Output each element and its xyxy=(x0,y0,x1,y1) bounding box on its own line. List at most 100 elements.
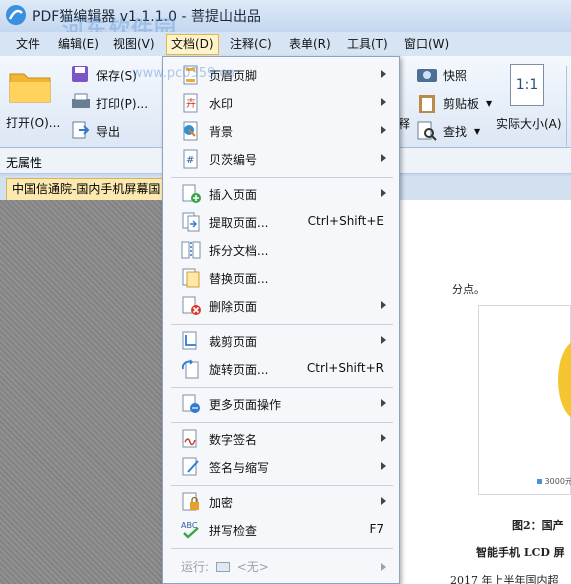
find-button[interactable]: 查找 xyxy=(443,123,467,140)
menu-item-encrypt[interactable]: 加密 xyxy=(164,489,398,515)
document-menu-dropdown: 页眉页脚 卉 水印 背景 # 贝茨编号 插入页面 提取页面... Ctrl+Sh… xyxy=(162,56,400,584)
page-text-fragment: 分点。 xyxy=(452,283,485,296)
bates-number-icon: # xyxy=(183,149,198,169)
menu-edit[interactable]: 编辑(E) xyxy=(54,36,103,54)
menu-item-spell-check[interactable]: ABC 拼写检查 F7 xyxy=(164,517,398,543)
replace-page-icon xyxy=(182,268,200,288)
export-icon xyxy=(72,121,90,139)
insert-page-icon xyxy=(182,184,201,203)
page-body-text: 2017 年上半年国内超 xyxy=(450,574,559,584)
menu-item-label: 背景 xyxy=(209,125,234,139)
menu-item-shortcut: F7 xyxy=(369,522,384,536)
open-folder-icon[interactable] xyxy=(8,66,54,106)
menu-separator xyxy=(171,387,393,388)
menu-item-bates-number[interactable]: # 贝茨编号 xyxy=(164,146,398,172)
print-button[interactable]: 打印(P)... xyxy=(96,95,148,112)
menu-form[interactable]: 表单(R) xyxy=(285,36,335,54)
submenu-arrow-icon xyxy=(381,336,386,344)
menu-item-label: 删除页面 xyxy=(209,300,258,314)
submenu-arrow-icon xyxy=(381,399,386,407)
clipboard-icon xyxy=(419,95,435,113)
figure-box: 3000元以 xyxy=(478,305,571,495)
menu-item-label: 数字签名 xyxy=(209,433,258,447)
menu-item-replace-page[interactable]: 替换页面... xyxy=(164,265,398,291)
submenu-arrow-icon xyxy=(381,301,386,309)
menu-item-label: 更多页面操作 xyxy=(209,398,282,412)
menu-item-delete-page[interactable]: 删除页面 xyxy=(164,293,398,319)
app-logo-icon xyxy=(6,5,26,25)
export-button[interactable]: 导出 xyxy=(96,123,120,140)
submenu-arrow-icon xyxy=(381,434,386,442)
menu-separator xyxy=(171,422,393,423)
watermark-url: www.pc0359.cn xyxy=(132,66,235,81)
menu-window[interactable]: 窗口(W) xyxy=(400,36,453,54)
menu-view[interactable]: 视图(V) xyxy=(109,36,159,54)
menu-separator xyxy=(171,548,393,549)
submenu-arrow-icon xyxy=(381,154,386,162)
background-icon xyxy=(183,121,198,141)
menu-bar: 文件 编辑(E) 视图(V) 文档(D) 注释(C) 表单(R) 工具(T) 窗… xyxy=(0,32,571,56)
menu-item-label: 裁剪页面 xyxy=(209,335,258,349)
print-icon xyxy=(72,93,90,108)
properties-label: 无属性 xyxy=(6,156,43,170)
menu-item-label: 提取页面... xyxy=(209,216,269,230)
menu-item-label: 加密 xyxy=(209,496,234,510)
figure-caption: 图2：国产 xyxy=(512,519,564,532)
menu-item-shortcut: Ctrl+Shift+E xyxy=(307,214,384,228)
svg-text:ABC: ABC xyxy=(181,521,198,530)
submenu-arrow-icon xyxy=(381,189,386,197)
menu-comment[interactable]: 注释(C) xyxy=(226,36,276,54)
clipboard-dropdown-icon[interactable]: ▼ xyxy=(486,99,492,108)
find-dropdown-icon[interactable]: ▼ xyxy=(474,127,480,136)
camera-icon xyxy=(417,69,437,82)
menu-item-background[interactable]: 背景 xyxy=(164,118,398,144)
open-button[interactable]: 打开(O)... xyxy=(6,114,60,131)
menu-item-label: 水印 xyxy=(209,97,234,111)
menu-item-label: 拆分文档... xyxy=(209,244,269,258)
menu-item-rotate-page[interactable]: 旋转页面... Ctrl+Shift+R xyxy=(164,356,398,382)
menu-item-label: 贝茨编号 xyxy=(209,153,258,167)
split-document-icon xyxy=(181,241,201,259)
spell-check-icon: ABC xyxy=(181,521,199,539)
svg-text:#: # xyxy=(186,155,194,166)
menu-item-label: 替换页面... xyxy=(209,272,269,286)
menu-item-insert-page[interactable]: 插入页面 xyxy=(164,181,398,207)
clipboard-button[interactable]: 剪贴板 xyxy=(443,95,479,112)
submenu-arrow-icon xyxy=(381,126,386,134)
menu-item-watermark[interactable]: 卉 水印 xyxy=(164,90,398,116)
delete-page-icon xyxy=(182,296,201,315)
menu-item-more-page-ops[interactable]: 更多页面操作 xyxy=(164,391,398,417)
menu-item-label: 签名与缩写 xyxy=(209,461,270,475)
snapshot-button[interactable]: 快照 xyxy=(443,67,467,84)
menu-item-label: 旋转页面... xyxy=(209,363,269,377)
menu-document[interactable]: 文档(D) xyxy=(166,34,219,55)
sign-initials-icon xyxy=(182,457,199,476)
submenu-arrow-icon xyxy=(381,70,386,78)
tab-document[interactable]: 中国信通院-国内手机屏幕国 xyxy=(6,178,166,200)
legend-swatch xyxy=(537,479,542,484)
menu-item-split-document[interactable]: 拆分文档... xyxy=(164,237,398,263)
save-icon xyxy=(72,66,88,82)
svg-text:卉: 卉 xyxy=(186,97,196,110)
menu-item-extract-page[interactable]: 提取页面... Ctrl+Shift+E xyxy=(164,209,398,235)
extract-page-icon xyxy=(182,212,200,232)
menu-tools[interactable]: 工具(T) xyxy=(343,36,392,54)
menu-file[interactable]: 文件 xyxy=(12,36,44,54)
crop-page-icon xyxy=(182,331,197,350)
figure-legend: 3000元以 xyxy=(537,476,571,487)
more-page-ops-icon xyxy=(182,394,200,413)
save-button[interactable]: 保存(S) xyxy=(96,67,137,84)
menu-separator xyxy=(171,177,393,178)
legend-label: 3000元以 xyxy=(544,477,571,486)
run-status: 运行: <无> xyxy=(181,558,269,575)
actual-size-button[interactable]: 实际大小(A) xyxy=(496,115,562,132)
run-status-value: <无> xyxy=(236,560,269,574)
menu-separator xyxy=(171,324,393,325)
menu-separator xyxy=(171,485,393,486)
encrypt-icon xyxy=(182,492,199,511)
menu-item-sign-initials[interactable]: 签名与缩写 xyxy=(164,454,398,480)
menu-item-digital-signature[interactable]: 数字签名 xyxy=(164,426,398,452)
submenu-arrow-icon xyxy=(381,462,386,470)
run-submenu-arrow-icon xyxy=(381,563,386,571)
menu-item-crop-page[interactable]: 裁剪页面 xyxy=(164,328,398,354)
